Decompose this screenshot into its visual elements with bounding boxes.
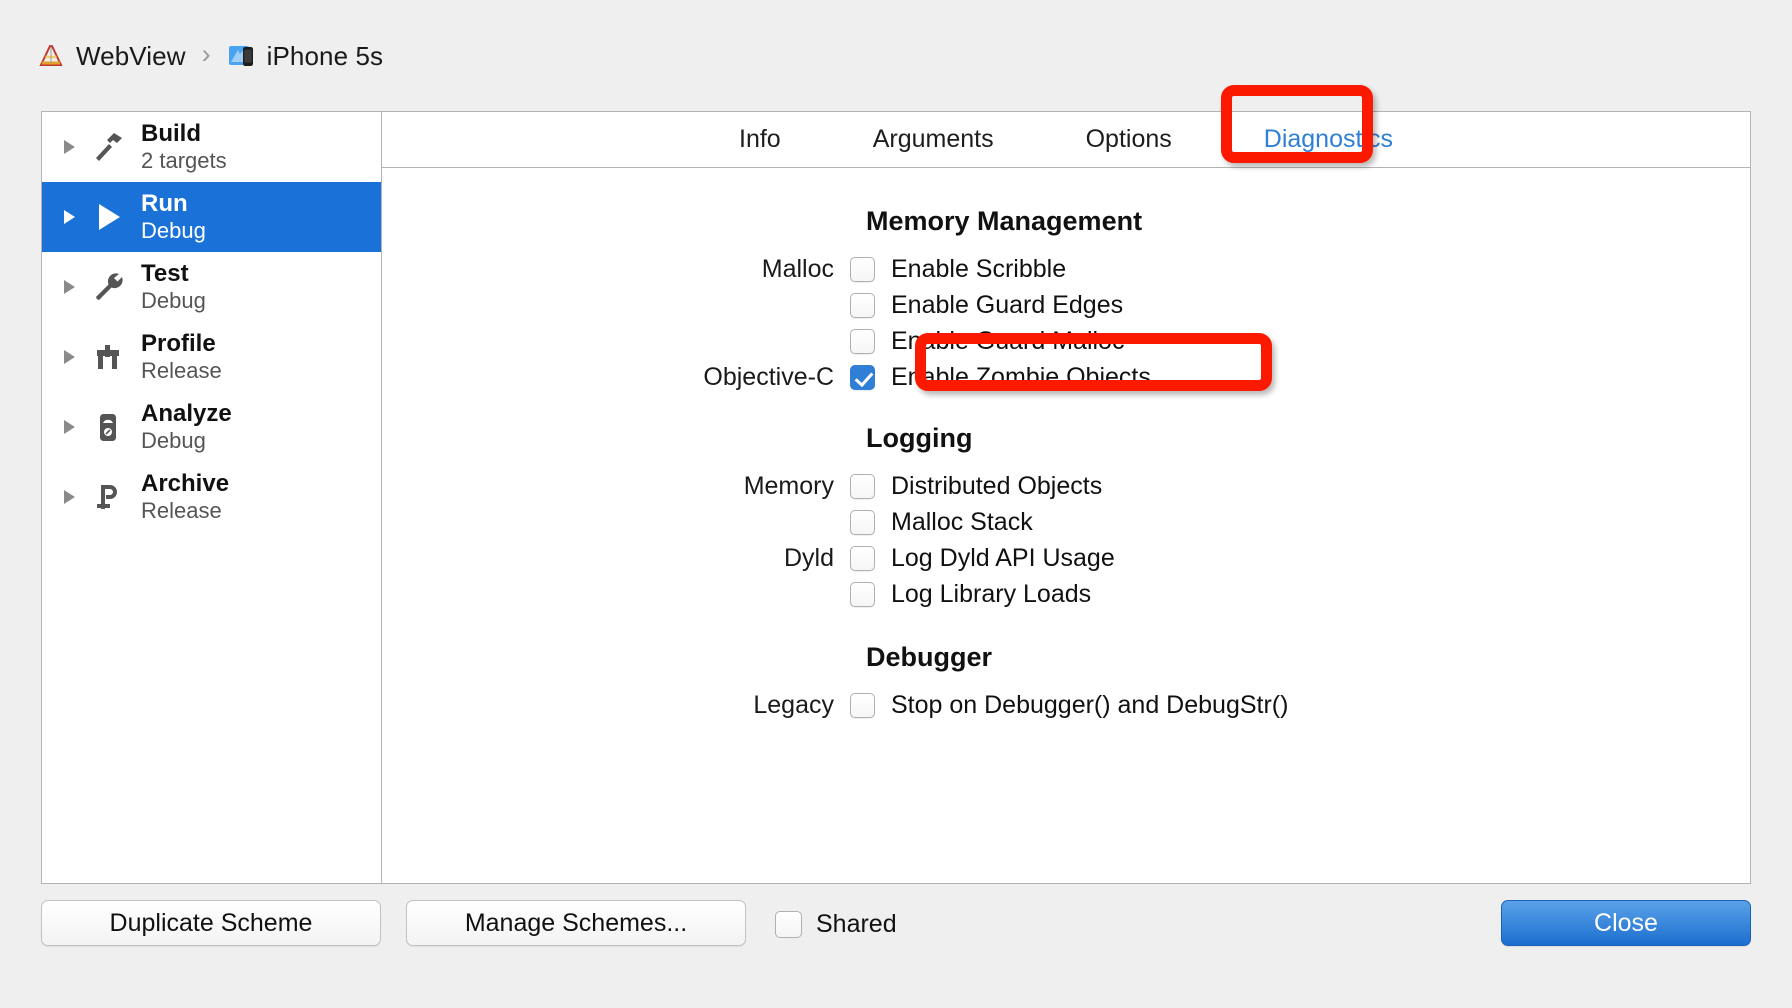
close-button[interactable]: Close [1501,900,1751,946]
tab-diagnostics[interactable]: Diagnostics [1218,125,1439,154]
duplicate-scheme-button[interactable]: Duplicate Scheme [41,900,381,946]
checkbox-log-dyld-api-usage[interactable] [850,545,875,571]
checkbox-enable-zombie-objects[interactable] [850,364,875,390]
tab-options[interactable]: Options [1040,125,1218,154]
disclosure-triangle-icon[interactable] [64,140,75,154]
play-icon [89,198,127,236]
tab-bar: Info Arguments Options Diagnostics [382,112,1750,168]
disclosure-triangle-icon[interactable] [64,350,75,364]
checkbox-label-enable-zombie-objects[interactable]: Enable Zombie Objects [891,363,1151,392]
scheme-action-name: Analyze [141,399,232,427]
scheme-action-run[interactable]: Run Debug [42,182,381,252]
checkbox-label-malloc-stack[interactable]: Malloc Stack [891,508,1033,537]
scheme-action-config: Debug [141,218,206,244]
option-row: Memory Distributed Objects [382,468,1750,504]
scheme-action-name: Profile [141,329,216,357]
xcode-icon [36,41,66,71]
wrench-icon [89,268,127,306]
checkbox-stop-on-debugger-and-debugstr[interactable] [850,692,875,718]
disclosure-triangle-icon[interactable] [64,280,75,294]
tab-arguments[interactable]: Arguments [827,125,1040,154]
scheme-action-test[interactable]: Test Debug [42,252,381,322]
scheme-detail-pane: Info Arguments Options Diagnostics Memory M… [382,112,1750,883]
section-header-memory-management: Memory Management [866,206,1143,236]
option-row: Log Library Loads [382,576,1750,612]
tab-info[interactable]: Info [693,125,827,154]
scheme-action-name: Archive [141,469,230,497]
scheme-action-profile[interactable]: Profile Release [42,322,381,392]
scheme-action-name: Build [141,119,201,147]
scheme-action-config: Debug [141,428,206,454]
scheme-action-analyze[interactable]: Analyze Debug [42,392,381,462]
option-group-label: Objective-C [703,362,834,391]
scheme-action-config: Release [141,498,222,524]
scheme-action-build[interactable]: Build 2 targets [42,112,381,182]
option-row: Objective-C Enable Zombie Objects [382,359,1750,395]
meter-icon [89,408,127,446]
caliper-icon [89,338,127,376]
option-row: Enable Guard Malloc [382,323,1750,359]
option-group-label: Legacy [753,690,834,719]
manage-schemes-button[interactable]: Manage Schemes... [406,900,746,946]
shared-checkbox[interactable] [775,911,802,938]
scheme-panel: Build 2 targets Run Debug Test Debug Profile Re… [41,111,1751,884]
option-group-label: Malloc [761,254,834,283]
clamp-icon [89,478,127,516]
checkbox-malloc-stack[interactable] [850,509,875,535]
checkbox-label-log-library-loads[interactable]: Log Library Loads [891,580,1091,609]
section-header-logging: Logging [866,423,973,453]
option-row: Dyld Log Dyld API Usage [382,540,1750,576]
scheme-action-list: Build 2 targets Run Debug Test Debug Profile Re… [42,112,382,883]
scheme-action-config: 2 targets [141,148,227,174]
simulator-icon [227,41,257,71]
scheme-action-name: Run [141,189,188,217]
scheme-editor-window: WebView › iPhone 5s Build 2 targets Run Deb… [0,0,1792,1008]
diagnostics-form: Memory Management Malloc Enable Scribble En… [382,168,1750,723]
option-group-label: Dyld [783,543,834,572]
shared-checkbox-group[interactable]: Shared [775,910,897,939]
scheme-action-name: Test [141,259,189,287]
checkbox-label-log-dyld-api-usage[interactable]: Log Dyld API Usage [891,544,1115,573]
option-row: Enable Guard Edges [382,287,1750,323]
option-group-label: Memory [743,471,834,500]
checkbox-label-distributed-objects[interactable]: Distributed Objects [891,472,1102,501]
breadcrumb-device[interactable]: iPhone 5s [267,41,384,72]
checkbox-enable-guard-malloc[interactable] [850,328,875,354]
scheme-action-config: Debug [141,288,206,314]
bottom-bar: Duplicate Scheme Manage Schemes... Share… [0,900,1792,962]
disclosure-triangle-icon[interactable] [64,490,75,504]
breadcrumb-separator: › [201,39,211,69]
checkbox-distributed-objects[interactable] [850,473,875,499]
checkbox-label-enable-scribble[interactable]: Enable Scribble [891,255,1066,284]
checkbox-label-stop-on-debugger-and-debugstr[interactable]: Stop on Debugger() and DebugStr() [891,691,1288,720]
section-header-debugger: Debugger [866,642,993,672]
option-row: Malloc Enable Scribble [382,251,1750,287]
checkbox-enable-guard-edges[interactable] [850,292,875,318]
checkbox-log-library-loads[interactable] [850,581,875,607]
shared-label: Shared [816,910,897,938]
disclosure-triangle-icon[interactable] [64,210,75,224]
option-row: Legacy Stop on Debugger() and DebugStr() [382,687,1750,723]
scheme-action-archive[interactable]: Archive Release [42,462,381,532]
scheme-action-config: Release [141,358,222,384]
hammer-icon [89,128,127,166]
option-row: Malloc Stack [382,504,1750,540]
checkbox-label-enable-guard-edges[interactable]: Enable Guard Edges [891,291,1123,320]
breadcrumb-project[interactable]: WebView [76,41,186,72]
checkbox-label-enable-guard-malloc[interactable]: Enable Guard Malloc [891,327,1124,356]
breadcrumb: WebView › iPhone 5s [36,38,383,74]
disclosure-triangle-icon[interactable] [64,420,75,434]
checkbox-enable-scribble[interactable] [850,256,875,282]
